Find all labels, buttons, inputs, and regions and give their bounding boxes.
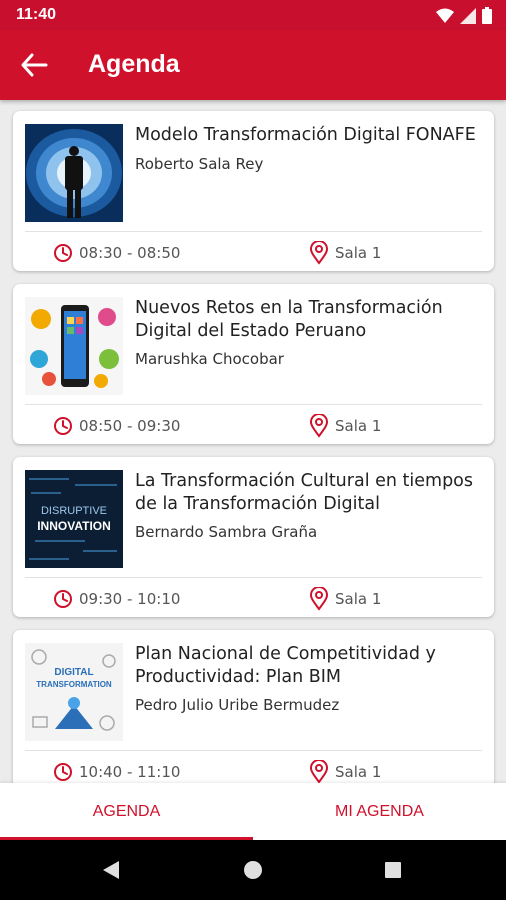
session-room: Sala 1 [309,585,381,613]
session-title: Plan Nacional de Competitividad y Produc… [135,644,436,687]
session-thumbnail [25,297,123,395]
session-speaker: Bernardo Sambra Graña [135,523,318,541]
clock-icon [54,763,72,781]
session-time-text: 10:40 - 11:10 [79,763,181,781]
thumb-text-disruptive: DISRUPTIVE [41,505,107,517]
system-nav-bar [0,840,506,900]
signal-icon [460,7,476,24]
session-speaker: Pedro Julio Uribe Bermudez [135,696,340,714]
app-bar: Agenda [0,30,506,100]
page-title: Agenda [88,50,180,78]
session-room-text: Sala 1 [335,417,382,435]
session-room-text: Sala 1 [335,590,382,608]
clock-icon [54,590,72,608]
session-title: La Transformación Cultural en tiempos de… [135,471,474,514]
session-thumbnail [25,124,123,222]
session-title: Modelo Transformación Digital FONAFE [135,125,476,145]
session-room-text: Sala 1 [335,244,382,262]
session-room-text: Sala 1 [335,763,382,781]
status-bar: 11:40 [0,0,506,30]
clock-icon [54,417,72,435]
session-time-text: 08:30 - 08:50 [79,244,181,262]
status-time: 11:40 [16,6,57,23]
session-thumbnail: DISRUPTIVE INNOVATION [25,470,123,568]
session-title: Nuevos Retos en la Transformación Digita… [135,298,443,341]
triangle-back-icon[interactable] [101,860,121,880]
circle-home-icon[interactable] [243,860,263,880]
location-pin-icon [309,414,329,438]
session-time: 08:30 - 08:50 [53,239,180,267]
arrow-left-icon [21,53,48,77]
thumb-text-digital: DIGITAL [54,667,93,678]
wifi-icon [436,8,454,23]
tab-agenda[interactable]: AGENDA [0,783,253,840]
session-thumbnail: DIGITAL TRANSFORMATION [25,643,123,741]
session-card[interactable]: Modelo Transformación Digital FONAFE Rob… [13,111,494,271]
bottom-nav: AGENDA MI AGENDA [0,783,506,840]
session-time: 08:50 - 09:30 [53,412,180,440]
card-divider [25,577,482,578]
session-time: 10:40 - 11:10 [53,758,180,783]
session-time: 09:30 - 10:10 [53,585,180,613]
back-button[interactable] [20,52,50,78]
agenda-list[interactable]: Modelo Transformación Digital FONAFE Rob… [0,100,506,783]
tab-mi-agenda[interactable]: MI AGENDA [253,783,506,840]
tab-agenda-label: AGENDA [92,802,161,820]
clock-icon [54,244,72,262]
card-divider [25,404,482,405]
battery-icon [482,7,492,24]
card-divider [25,231,482,232]
session-time-text: 09:30 - 10:10 [79,590,181,608]
session-speaker: Marushka Chocobar [135,350,284,368]
session-room: Sala 1 [309,412,381,440]
tab-mi-agenda-label: MI AGENDA [335,802,424,820]
square-recents-icon[interactable] [384,861,402,879]
session-card[interactable]: DIGITAL TRANSFORMATION Plan Nacional de … [13,630,494,783]
thumb-text-innovation: INNOVATION [37,519,111,533]
card-divider [25,750,482,751]
location-pin-icon [309,587,329,611]
session-card[interactable]: Nuevos Retos en la Transformación Digita… [13,284,494,444]
location-pin-icon [309,760,329,783]
session-card[interactable]: DISRUPTIVE INNOVATION La Transformación … [13,457,494,617]
location-pin-icon [309,241,329,265]
session-room: Sala 1 [309,239,381,267]
session-time-text: 08:50 - 09:30 [79,417,181,435]
session-room: Sala 1 [309,758,381,783]
session-speaker: Roberto Sala Rey [135,155,264,173]
status-icons [436,7,492,24]
thumb-text-transformation: TRANSFORMATION [36,680,112,689]
